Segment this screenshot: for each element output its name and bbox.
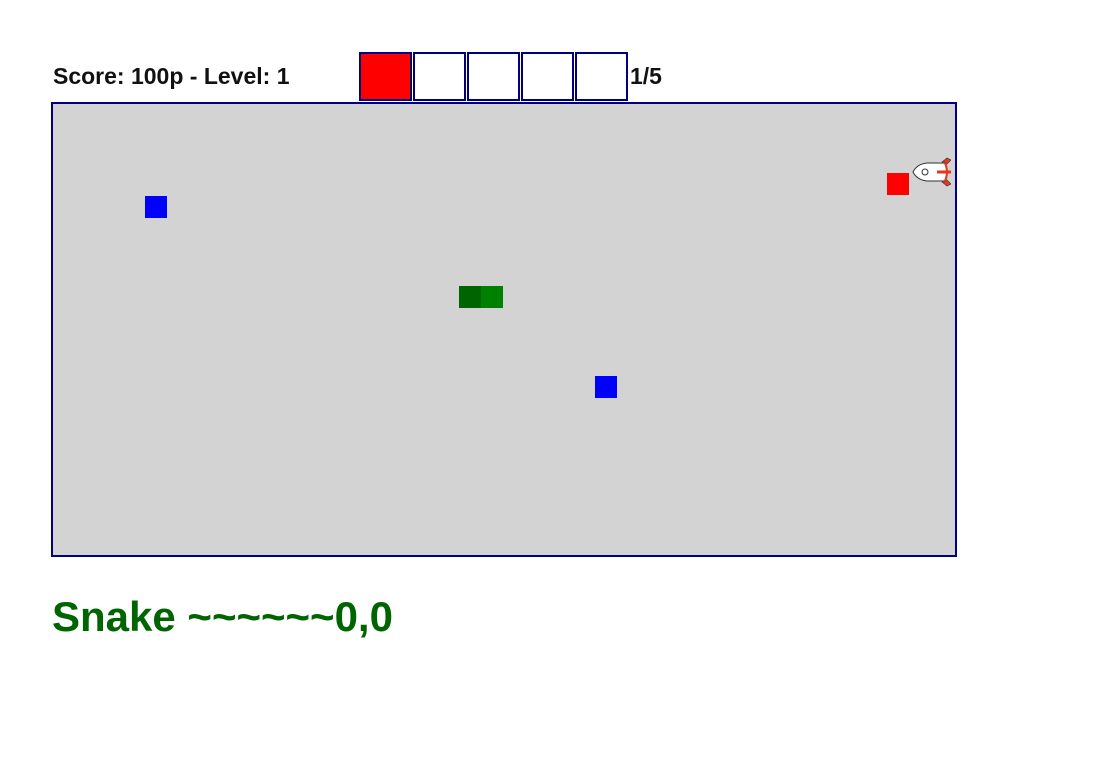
level-progress-count: 1/5 (630, 63, 662, 89)
score-level-label: Score: 100p - Level: 1 (53, 63, 290, 89)
rocket-icon (912, 157, 951, 187)
food-item (595, 376, 617, 398)
enemy-block (887, 173, 909, 195)
level-progress-boxes (359, 52, 629, 101)
game-page: Score: 100p - Level: 1 1/5 Snake ~~~~~~0… (0, 0, 1115, 764)
level-box-2 (413, 52, 466, 101)
level-box-4 (521, 52, 574, 101)
snake-body-segment (481, 286, 503, 308)
game-board[interactable] (51, 102, 957, 557)
level-box-5 (575, 52, 628, 101)
snake-caption: Snake ~~~~~~0,0 (52, 593, 393, 640)
snake-head (459, 286, 481, 308)
level-box-1 (359, 52, 412, 101)
food-item (145, 196, 167, 218)
level-box-3 (467, 52, 520, 101)
